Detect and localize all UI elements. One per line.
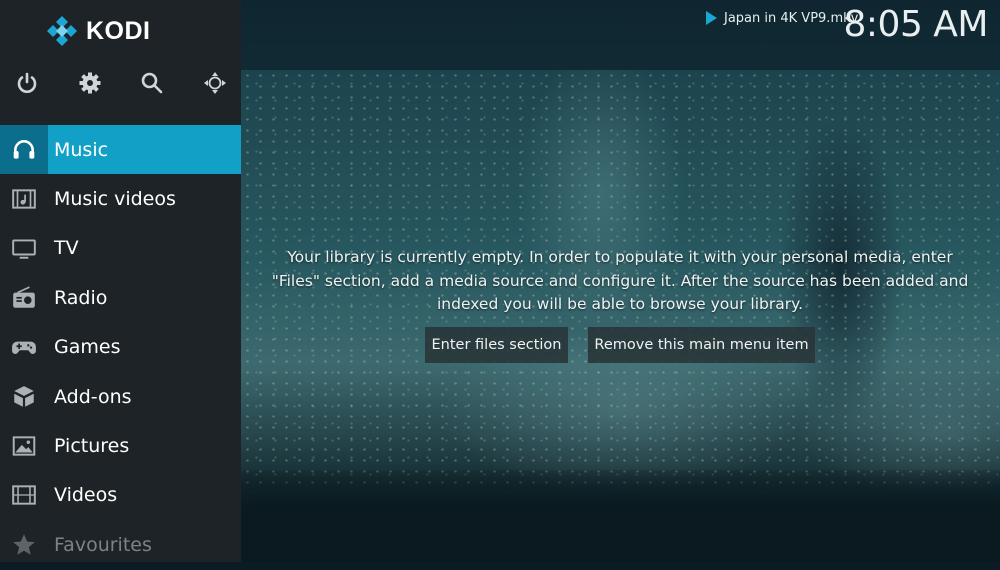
menu-item-music-videos[interactable]: Music videos — [0, 174, 241, 223]
pictures-icon — [12, 436, 36, 456]
main-menu: Music Music videos TV Radio Games Add-on… — [0, 125, 241, 570]
top-icon-bar — [0, 64, 241, 104]
bottom-shade — [241, 470, 1000, 562]
menu-item-label: TV — [54, 237, 79, 260]
gamepad-icon — [12, 341, 36, 355]
menu-item-videos[interactable]: Videos — [0, 471, 241, 520]
play-icon — [706, 11, 717, 25]
now-playing-title: Japan in 4K VP9.mkv — [724, 10, 859, 26]
menu-item-label: Games — [54, 336, 121, 359]
radio-icon — [13, 286, 35, 308]
headphones-icon — [13, 139, 35, 159]
menu-item-favourites[interactable]: Favourites — [0, 520, 241, 569]
empty-library-message: Your library is currently empty. In orde… — [271, 248, 969, 313]
menu-item-label: Radio — [54, 286, 108, 309]
move-icon[interactable] — [202, 70, 228, 96]
search-icon[interactable] — [139, 70, 165, 96]
kodi-logo-icon — [47, 16, 77, 46]
menu-item-pictures[interactable]: Pictures — [0, 421, 241, 470]
kodi-logo: KODI — [46, 14, 151, 48]
menu-item-label: Videos — [54, 484, 118, 507]
now-playing[interactable]: Japan in 4K VP9.mkv — [706, 9, 858, 27]
menu-item-label: Add-ons — [54, 385, 132, 408]
tv-icon — [12, 239, 36, 260]
clock: 8:05 AM — [843, 4, 989, 45]
star-icon — [13, 533, 35, 555]
menu-item-label: Favourites — [54, 533, 152, 556]
menu-item-label: Music videos — [54, 188, 176, 211]
menu-item-label: Pictures — [54, 435, 130, 458]
menu-item-addons[interactable]: Add-ons — [0, 372, 241, 421]
menu-item-label: Music — [54, 138, 109, 161]
menu-item-radio[interactable]: Radio — [0, 273, 241, 322]
gear-icon[interactable] — [77, 70, 103, 96]
music-video-icon — [12, 189, 36, 209]
addons-box-icon — [14, 385, 34, 407]
enter-files-section-button[interactable]: Enter files section — [425, 327, 568, 363]
logo-text: KODI — [86, 16, 151, 45]
sidebar: KODI Music Music videos TV Radio Games A… — [0, 0, 241, 562]
power-icon[interactable] — [14, 70, 40, 96]
menu-item-music[interactable]: Music — [0, 125, 241, 175]
menu-item-games[interactable]: Games — [0, 323, 241, 372]
menu-item-tv[interactable]: TV — [0, 224, 241, 273]
film-icon — [12, 485, 36, 506]
remove-menu-item-button[interactable]: Remove this main menu item — [588, 327, 815, 363]
